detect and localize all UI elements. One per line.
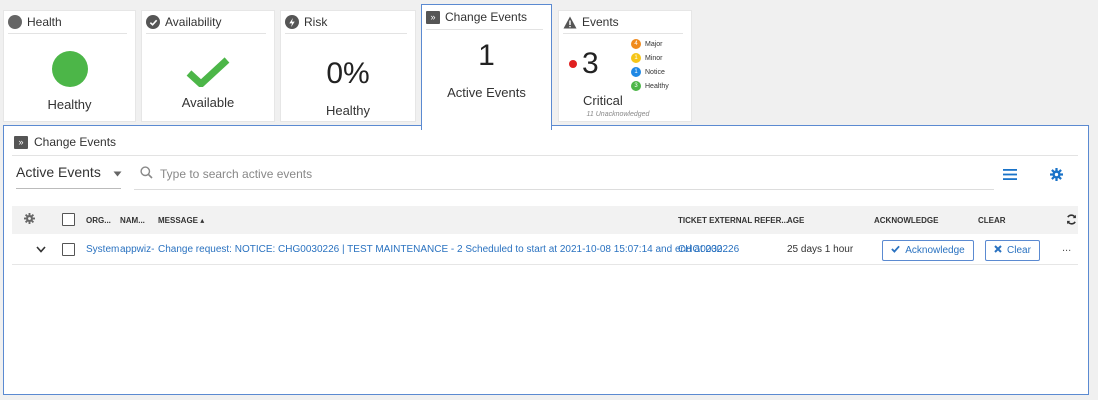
events-card[interactable]: Events 3 Critical 11 Unacknowledged 4 Ma… bbox=[558, 10, 692, 122]
column-header-age[interactable]: AGE bbox=[787, 216, 804, 225]
severity-legend: 4 Major 1 Minor 1 Notice 3 Healthy bbox=[631, 37, 669, 93]
critical-count: 3 bbox=[582, 47, 599, 80]
view-selector-underline bbox=[16, 188, 121, 189]
legend-item-notice: 1 Notice bbox=[631, 65, 669, 79]
health-card[interactable]: Health Healthy bbox=[3, 10, 136, 122]
double-chevron-right-icon: » bbox=[14, 135, 28, 149]
column-header-acknowledge[interactable]: ACKNOWLEDGE bbox=[874, 216, 938, 225]
column-header-org[interactable]: ORG... bbox=[86, 216, 111, 225]
double-chevron-right-icon: » bbox=[426, 10, 440, 24]
legend-count: 4 bbox=[631, 39, 641, 49]
card-divider bbox=[146, 33, 266, 34]
events-card-title: Events bbox=[582, 15, 619, 29]
search-box bbox=[134, 158, 994, 190]
change-events-card[interactable]: » Change Events 1 Active Events bbox=[421, 4, 552, 130]
change-events-card-header: » Change Events bbox=[422, 5, 551, 29]
column-settings-icon[interactable] bbox=[24, 213, 35, 226]
bolt-icon bbox=[285, 15, 299, 29]
table-header: ORG... NAM... MESSAGE ▴ TICKET EXTERNAL … bbox=[12, 206, 1078, 234]
search-underline bbox=[134, 189, 994, 190]
events-card-header: Events bbox=[559, 11, 691, 33]
availability-card-title: Availability bbox=[165, 15, 222, 29]
risk-card[interactable]: Risk 0% Healthy bbox=[280, 10, 416, 122]
view-selector[interactable]: Active Events bbox=[16, 164, 122, 180]
cell-org[interactable]: System bbox=[86, 244, 119, 255]
clear-button[interactable]: Clear bbox=[985, 240, 1040, 261]
change-events-card-body: 1 Active Events bbox=[422, 31, 551, 130]
card-divider bbox=[563, 33, 683, 34]
availability-card-header: Availability bbox=[142, 11, 274, 33]
legend-label: Healthy bbox=[645, 82, 669, 90]
critical-label: Critical bbox=[583, 93, 623, 108]
column-header-message[interactable]: MESSAGE ▴ bbox=[158, 216, 204, 225]
checkmark-icon bbox=[186, 57, 230, 89]
cell-name[interactable]: appwiz- bbox=[120, 244, 154, 255]
risk-status-label: Healthy bbox=[325, 103, 371, 118]
search-icon bbox=[140, 166, 153, 184]
panel-title: Change Events bbox=[34, 135, 117, 149]
legend-label: Notice bbox=[645, 68, 665, 76]
clear-button-label: Clear bbox=[1007, 245, 1031, 256]
card-divider bbox=[285, 33, 407, 34]
legend-count: 3 bbox=[631, 81, 641, 91]
availability-card[interactable]: Availability Available bbox=[141, 10, 275, 122]
legend-item-minor: 1 Minor bbox=[631, 51, 669, 65]
column-header-ticket-reference[interactable]: TICKET EXTERNAL REFER... bbox=[678, 216, 788, 225]
change-events-card-title: Change Events bbox=[445, 10, 528, 24]
card-divider bbox=[8, 33, 127, 34]
row-checkbox[interactable] bbox=[62, 243, 75, 256]
change-events-panel: » Change Events Active Events Type to se… bbox=[3, 125, 1089, 395]
table-row[interactable]: System appwiz- Change request: NOTICE: C… bbox=[12, 235, 1078, 265]
unacknowledged-count: 11 Unacknowledged bbox=[586, 111, 650, 118]
change-events-count: 1 bbox=[478, 39, 495, 72]
change-events-status-label: Active Events bbox=[447, 85, 526, 100]
legend-item-healthy: 3 Healthy bbox=[631, 79, 669, 93]
availability-card-body: Available bbox=[142, 35, 274, 121]
cell-message[interactable]: Change request: NOTICE: CHG0030226 | TES… bbox=[158, 244, 731, 255]
caret-down-icon bbox=[113, 164, 122, 180]
cell-age: 25 days 1 hour bbox=[787, 244, 854, 255]
legend-count: 1 bbox=[631, 67, 641, 77]
risk-card-body: 0% Healthy bbox=[281, 35, 415, 121]
legend-label: Major bbox=[645, 40, 663, 48]
panel-header: » Change Events bbox=[14, 135, 116, 149]
health-indicator-circle bbox=[51, 51, 88, 87]
acknowledge-button[interactable]: Acknowledge bbox=[882, 240, 974, 261]
column-header-name[interactable]: NAM... bbox=[120, 216, 145, 225]
expand-chevron-icon[interactable] bbox=[36, 245, 46, 256]
refresh-icon[interactable] bbox=[1066, 214, 1077, 227]
card-divider bbox=[426, 29, 543, 30]
health-card-title: Health bbox=[27, 15, 62, 29]
health-card-header: Health bbox=[4, 11, 135, 33]
cell-ticket-reference[interactable]: CHG0030226 bbox=[678, 244, 739, 255]
checkmark-icon bbox=[891, 245, 901, 256]
search-input[interactable] bbox=[158, 164, 958, 184]
view-selector-label: Active Events bbox=[16, 164, 101, 180]
legend-count: 1 bbox=[631, 53, 641, 63]
events-card-body: 3 Critical 11 Unacknowledged 4 Major 1 M… bbox=[559, 35, 691, 121]
health-card-body: Healthy bbox=[4, 35, 135, 121]
health-status-icon bbox=[8, 15, 22, 29]
close-icon bbox=[994, 245, 1002, 256]
risk-card-header: Risk bbox=[281, 11, 415, 33]
critical-dot bbox=[569, 60, 577, 68]
health-status-label: Healthy bbox=[47, 97, 92, 112]
availability-status-label: Available bbox=[181, 95, 235, 110]
risk-value: 0% bbox=[326, 57, 370, 90]
legend-item-major: 4 Major bbox=[631, 37, 669, 51]
menu-lines-icon[interactable] bbox=[1002, 166, 1018, 182]
settings-gear-icon[interactable] bbox=[1048, 166, 1064, 182]
select-all-checkbox[interactable] bbox=[62, 213, 75, 226]
check-circle-icon bbox=[146, 15, 160, 29]
events-toolbar: Active Events bbox=[12, 158, 1078, 190]
legend-label: Minor bbox=[645, 54, 663, 62]
warning-triangle-icon bbox=[563, 16, 577, 29]
risk-card-title: Risk bbox=[304, 15, 328, 29]
panel-divider bbox=[12, 155, 1078, 156]
acknowledge-button-label: Acknowledge bbox=[905, 245, 965, 256]
column-header-clear[interactable]: CLEAR bbox=[978, 216, 1006, 225]
more-actions-menu[interactable]: ... bbox=[1062, 242, 1071, 254]
